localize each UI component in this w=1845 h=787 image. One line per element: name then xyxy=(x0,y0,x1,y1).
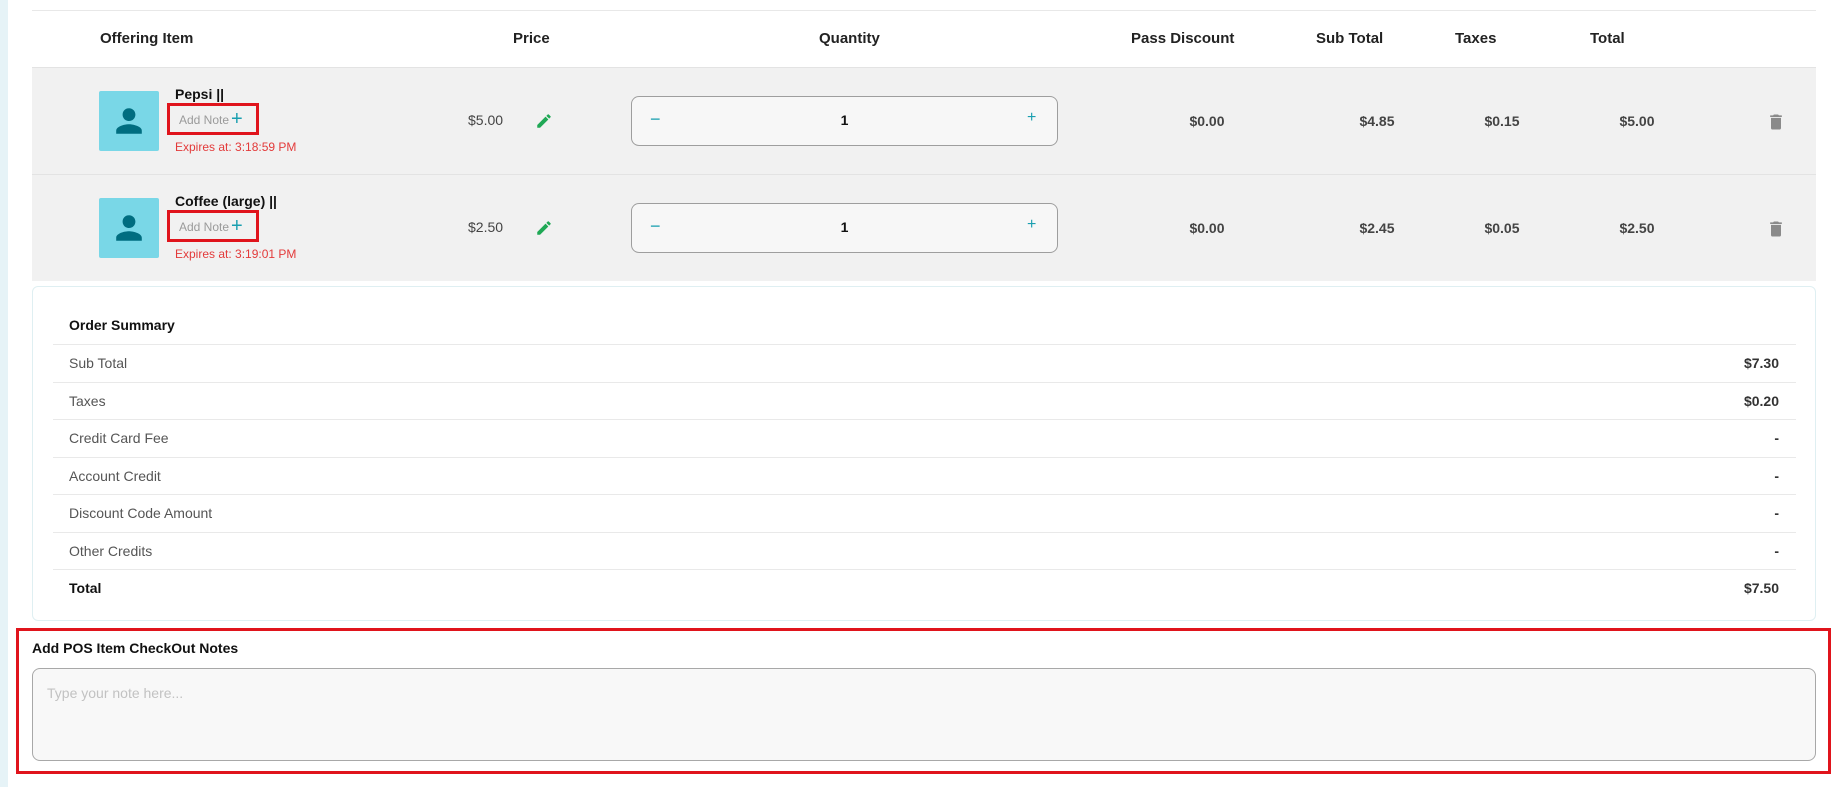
summary-value-credit-card-fee: - xyxy=(1774,430,1779,446)
quantity-value[interactable]: 1 xyxy=(632,219,1057,235)
quantity-increment-button[interactable]: + xyxy=(1027,216,1036,234)
summary-divider xyxy=(53,382,1796,383)
summary-label-account-credit: Account Credit xyxy=(69,468,161,484)
summary-divider xyxy=(53,569,1796,570)
pass-discount-value: $0.00 xyxy=(1189,113,1225,129)
header-taxes: Taxes xyxy=(1455,30,1497,47)
quantity-stepper: − 1 + xyxy=(631,96,1058,146)
expires-text: Expires at: 3:19:01 PM xyxy=(175,247,297,261)
taxes-value: $0.05 xyxy=(1484,220,1520,236)
taxes-value: $0.15 xyxy=(1484,113,1520,129)
total-value: $2.50 xyxy=(1619,220,1655,236)
summary-label-taxes: Taxes xyxy=(69,393,106,409)
trash-icon[interactable] xyxy=(1766,111,1786,138)
header-sub-total: Sub Total xyxy=(1316,30,1384,47)
summary-divider xyxy=(53,532,1796,533)
person-icon xyxy=(116,108,142,134)
checkout-notes-label: Add POS Item CheckOut Notes xyxy=(32,640,239,656)
pencil-icon[interactable] xyxy=(535,219,553,242)
header-total: Total xyxy=(1590,30,1625,47)
total-value: $5.00 xyxy=(1619,113,1655,129)
item-name: Coffee (large) || xyxy=(175,193,277,209)
plus-icon[interactable]: + xyxy=(231,214,243,238)
order-summary-title: Order Summary xyxy=(69,317,175,333)
quantity-stepper: − 1 + xyxy=(631,203,1058,253)
item-price: $5.00 xyxy=(468,112,504,128)
header-pass-discount: Pass Discount xyxy=(1131,30,1235,47)
item-avatar xyxy=(99,198,159,258)
summary-value-other-credits: - xyxy=(1774,543,1779,559)
summary-value-taxes: $0.20 xyxy=(1743,393,1779,409)
sub-total-value: $4.85 xyxy=(1359,113,1395,129)
order-summary-card xyxy=(32,286,1816,621)
add-note-button[interactable]: Add Note + xyxy=(167,210,259,242)
summary-value-sub-total: $7.30 xyxy=(1743,355,1779,371)
summary-divider xyxy=(53,494,1796,495)
quantity-value[interactable]: 1 xyxy=(632,112,1057,128)
item-price: $2.50 xyxy=(468,219,504,235)
summary-value-account-credit: - xyxy=(1774,468,1779,484)
summary-label-credit-card-fee: Credit Card Fee xyxy=(69,430,169,446)
pencil-icon[interactable] xyxy=(535,112,553,135)
summary-divider xyxy=(53,344,1796,345)
summary-value-total: $7.50 xyxy=(1743,580,1779,596)
checkout-notes-textarea[interactable] xyxy=(32,668,1816,761)
expires-text: Expires at: 3:18:59 PM xyxy=(175,140,297,154)
header-quantity: Quantity xyxy=(819,30,880,47)
add-note-label: Add Note xyxy=(179,113,230,127)
quantity-increment-button[interactable]: + xyxy=(1027,109,1036,127)
sub-total-value: $2.45 xyxy=(1359,220,1395,236)
summary-divider xyxy=(53,457,1796,458)
table-row: Pepsi || Add Note + Expires at: 3:18:59 … xyxy=(32,67,1816,174)
add-note-button[interactable]: Add Note + xyxy=(167,103,259,135)
summary-value-discount-code: - xyxy=(1774,505,1779,521)
add-note-label: Add Note xyxy=(179,220,230,234)
summary-label-total: Total xyxy=(69,580,102,596)
summary-label-other-credits: Other Credits xyxy=(69,543,153,559)
item-name: Pepsi || xyxy=(175,86,225,102)
pass-discount-value: $0.00 xyxy=(1189,220,1225,236)
plus-icon[interactable]: + xyxy=(231,107,243,131)
header-price: Price xyxy=(513,30,550,47)
item-avatar xyxy=(99,91,159,151)
summary-label-discount-code: Discount Code Amount xyxy=(69,505,213,521)
person-icon xyxy=(116,215,142,241)
header-top-divider xyxy=(32,10,1816,11)
trash-icon[interactable] xyxy=(1766,218,1786,245)
table-row: Coffee (large) || Add Note + Expires at:… xyxy=(32,174,1816,281)
summary-label-sub-total: Sub Total xyxy=(69,355,128,371)
summary-divider xyxy=(53,419,1796,420)
header-offering-item: Offering Item xyxy=(100,30,194,47)
